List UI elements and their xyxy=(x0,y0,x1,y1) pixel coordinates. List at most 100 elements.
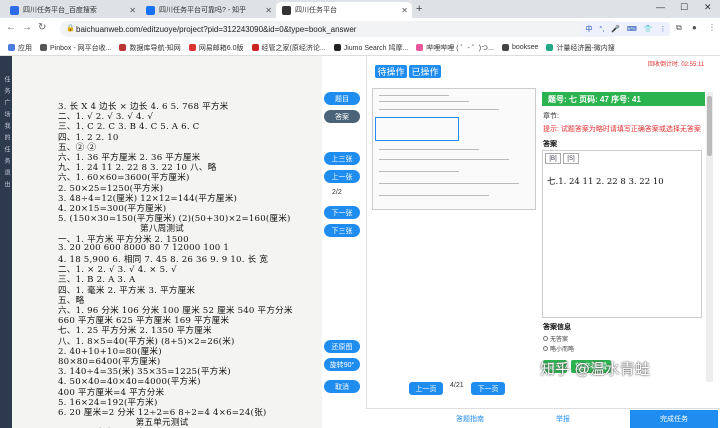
editor-toolbar: [B] [S] xyxy=(545,153,585,164)
tab-baidu[interactable]: 四川任务平台_百度搜索 ✕ xyxy=(4,2,140,18)
question-header: 题号: 七 页码: 47 序号: 41 xyxy=(542,92,705,106)
ime-item[interactable]: ⋮ xyxy=(659,25,666,33)
bookmark-bilibili[interactable]: 哔哩哔哩 ( ゜- ゜)つ... xyxy=(416,43,494,53)
booksee-icon xyxy=(501,44,509,51)
guide-link[interactable]: 答题指南 xyxy=(456,414,484,424)
hint-text: 提示: 试题答案为略时请填写正确答案或选择无答案 xyxy=(543,126,701,133)
forward-icon[interactable]: → xyxy=(22,22,32,33)
prev-page-button[interactable]: 上一页 xyxy=(409,382,443,395)
thumb-line xyxy=(379,101,469,102)
symbol-tool-button[interactable]: [S] xyxy=(563,153,579,164)
ime-item[interactable]: 👕 xyxy=(644,25,653,33)
maximize-icon[interactable]: ☐ xyxy=(680,2,688,13)
bookmark-cnki[interactable]: 数据库导航-知网 xyxy=(119,43,181,53)
bookmark-booksee[interactable]: booksee xyxy=(501,44,539,51)
next-one-button[interactable]: 下一张 xyxy=(324,206,360,219)
answer-text[interactable]: 七.1. 24 11 2. 22 8 3. 22 10 xyxy=(547,175,664,187)
new-tab-icon[interactable]: + xyxy=(416,3,422,15)
bookmarks-bar: 应用 Pinbox - 网平台收... 数据库导航-知网 网易邮箱6.0版 经管… xyxy=(0,40,720,56)
radio-dot[interactable] xyxy=(543,336,548,341)
lock-icon: 🔒 xyxy=(66,25,75,32)
left-nav-strip[interactable]: 任 务 广 场 我 的 任 务 退 出 xyxy=(0,56,12,428)
mail-icon xyxy=(188,44,196,51)
profile-icon[interactable]: ● xyxy=(692,23,697,32)
next-page-button[interactable]: 下一页 xyxy=(471,382,505,395)
thumbnail-selection-box[interactable] xyxy=(375,117,459,141)
ime-item[interactable]: 中 xyxy=(585,24,592,34)
reload-icon[interactable]: ↻ xyxy=(38,22,46,33)
answer-button[interactable]: 答案 xyxy=(324,110,360,123)
bookmark-jiliang[interactable]: 计量经济圈-微内搜 xyxy=(546,43,615,53)
pending-tab[interactable]: 待操作 xyxy=(375,65,407,78)
bold-tool-button[interactable]: [B] xyxy=(545,153,561,164)
baidu-icon xyxy=(10,5,19,15)
tab-label: 四川任务平台_百度搜索 xyxy=(23,7,97,14)
bookmark-pinggu[interactable]: 经管之家(原经济论... xyxy=(251,43,326,53)
back-icon[interactable]: ← xyxy=(6,22,16,33)
bookmark-label: 网易邮箱6.0版 xyxy=(198,44,244,52)
page-content: 任 务 广 场 我 的 任 务 退 出 3. 长 X 4 边长 × 边长 4. … xyxy=(0,56,720,428)
apps-icon xyxy=(8,44,15,51)
bookmark-label: 哔哩哔哩 ( ゜- ゜)つ... xyxy=(426,44,494,52)
menu-icon[interactable]: ⋮ xyxy=(708,23,716,32)
page-preview-panel: 待操作 已操作 上一页 下一页 xyxy=(366,56,540,428)
answer-document-image: 3. 长 X 4 边长 × 边长 4. 6 5. 768 平方米 二、1. √ 2… xyxy=(12,56,322,428)
tab-label: 四川任务平台可靠吗? - 知乎 xyxy=(159,7,247,14)
countdown-timer: 回收倒计时: 02:55:11 xyxy=(648,62,705,68)
omit-radio[interactable]: 略小而略 xyxy=(543,344,574,353)
chapter-label: 章节: xyxy=(543,113,559,120)
ime-item[interactable]: 🎤 xyxy=(611,25,620,33)
tab-sichuan[interactable]: 四川任务平台 ✕ xyxy=(276,2,412,18)
zhihu-icon xyxy=(146,5,155,15)
radio-dot[interactable] xyxy=(543,346,548,351)
tab-zhihu[interactable]: 四川任务平台可靠吗? - 知乎 ✕ xyxy=(140,2,276,18)
done-tab[interactable]: 已操作 xyxy=(409,65,441,78)
finish-task-button[interactable]: 完成任务 xyxy=(630,410,718,428)
ime-item[interactable]: ⌨ xyxy=(627,25,637,33)
report-link[interactable]: 举报 xyxy=(556,414,570,424)
scrollbar-thumb[interactable] xyxy=(707,96,712,156)
extension-icon[interactable]: ⧉ xyxy=(676,23,682,33)
bookmark-label: 计量经济圈-微内搜 xyxy=(556,44,615,52)
page-thumbnail[interactable] xyxy=(372,88,536,210)
thumb-line xyxy=(379,183,519,184)
answer-label: 答案 xyxy=(543,141,557,148)
prev-three-button[interactable]: 上三张 xyxy=(324,152,360,165)
tab-label: 四川任务平台 xyxy=(295,7,337,14)
url-text: baichuanweb.com/editzuoye/project?pid=31… xyxy=(76,24,357,34)
close-icon[interactable]: ✕ xyxy=(129,6,136,15)
image-page-indicator: 2/2 xyxy=(332,189,342,196)
panel-scrollbar[interactable] xyxy=(706,92,713,382)
bookmark-apps[interactable]: 应用 xyxy=(8,43,32,53)
ime-toolbar[interactable]: 中 °, 🎤 ⌨ 👕 ⋮ xyxy=(582,22,670,36)
close-icon[interactable]: ✕ xyxy=(401,6,408,15)
thumb-line xyxy=(379,149,479,150)
document-line: 3. 20 200 600 8000 80 7 12000 100 1 xyxy=(58,242,230,253)
page-icon xyxy=(282,5,291,15)
answer-info-label: 答案信息 xyxy=(543,324,571,331)
next-three-button[interactable]: 下三张 xyxy=(324,224,360,237)
left-nav-text: 任 务 广 场 我 的 任 务 退 出 xyxy=(3,76,9,190)
bookmark-label: Pinbox - 网平台收... xyxy=(50,44,112,52)
no-answer-radio[interactable]: 无答案 xyxy=(543,334,568,343)
answer-editor[interactable]: [B] [S] 七.1. 24 11 2. 22 8 3. 22 10 xyxy=(542,150,702,318)
prev-one-button[interactable]: 上一张 xyxy=(324,170,360,183)
cancel-button[interactable]: 取消 xyxy=(324,380,360,393)
page-indicator: 4/21 xyxy=(450,382,464,389)
minimize-icon[interactable]: — xyxy=(656,2,665,12)
bookmark-pinbox[interactable]: Pinbox - 网平台收... xyxy=(40,43,111,53)
thumb-line xyxy=(379,159,509,160)
window-close-icon[interactable]: ✕ xyxy=(704,2,712,13)
rotate-button[interactable]: 旋转90° xyxy=(324,358,360,371)
topic-button[interactable]: 题目 xyxy=(324,92,360,105)
url-input[interactable]: 🔒 baichuanweb.com/editzuoye/project?pid=… xyxy=(60,21,620,37)
bookmark-163mail[interactable]: 网易邮箱6.0版 xyxy=(188,43,244,53)
bookmark-label: booksee xyxy=(511,44,539,51)
restore-image-button[interactable]: 还原图 xyxy=(324,340,360,353)
ime-item[interactable]: °, xyxy=(599,26,604,33)
radio-label: 无答案 xyxy=(550,337,569,343)
bookmark-label: 经管之家(原经济论... xyxy=(261,44,326,52)
close-icon[interactable]: ✕ xyxy=(265,6,272,15)
bookmark-label: 数据库导航-知网 xyxy=(129,44,181,52)
bookmark-jiumo[interactable]: Jiumo Search 鸠摩... xyxy=(333,43,408,53)
